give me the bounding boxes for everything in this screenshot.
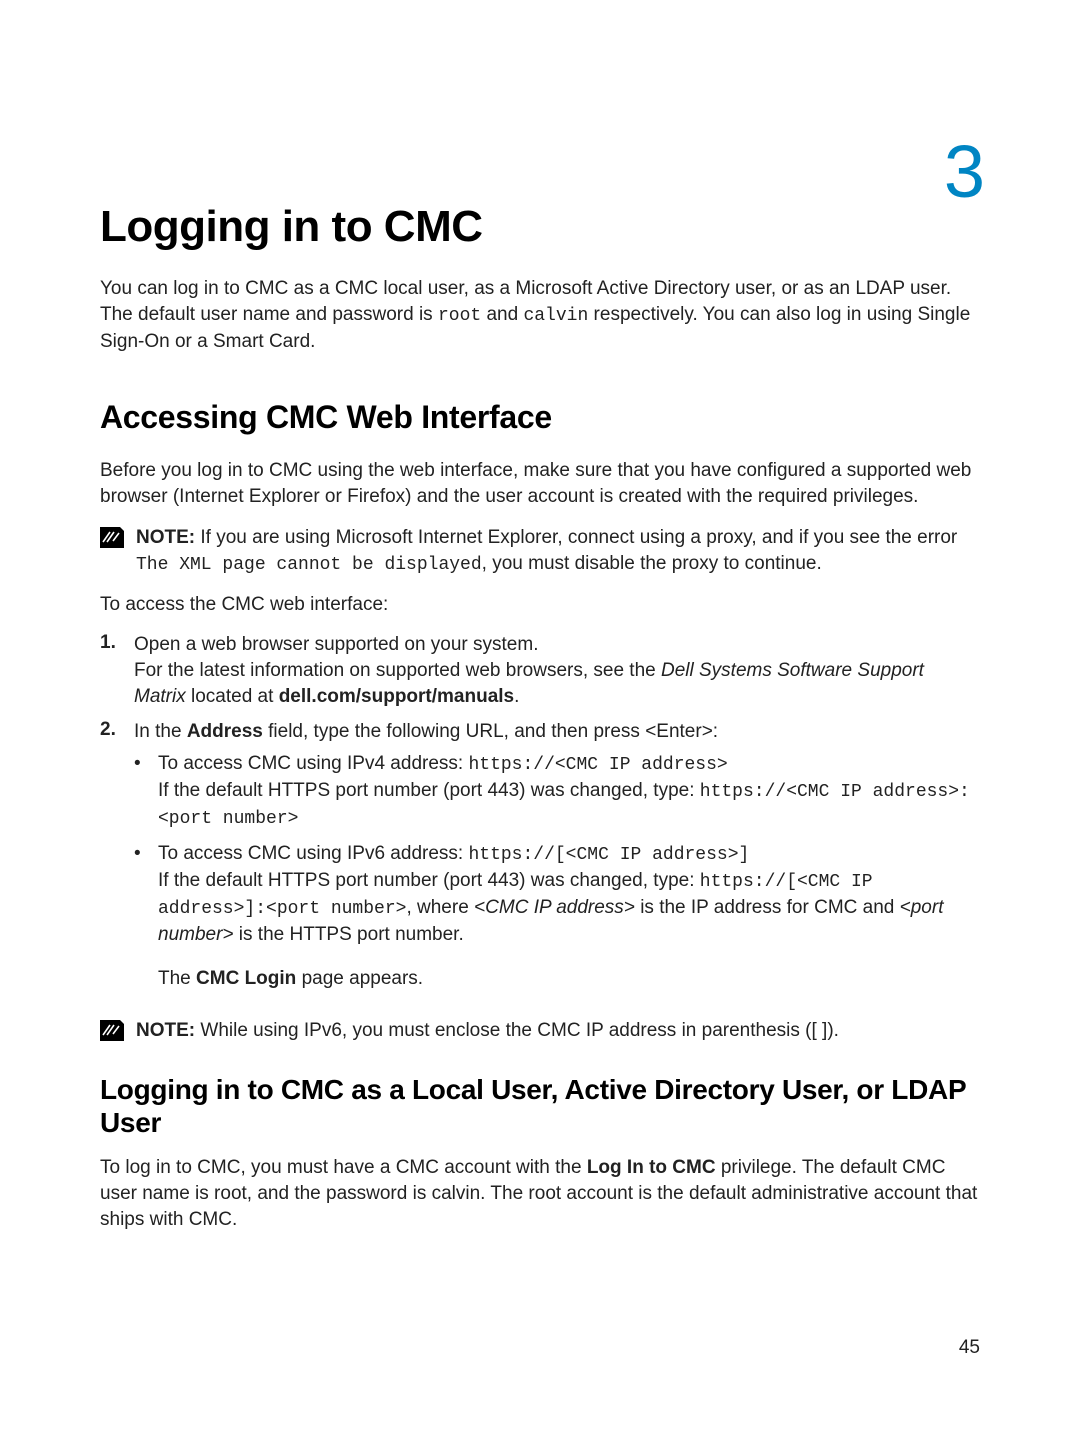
chapter-number: 3 (944, 135, 985, 209)
access-intro-paragraph: Before you log in to CMC using the web i… (100, 458, 980, 510)
local-user-paragraph: To log in to CMC, you must have a CMC ac… (100, 1155, 980, 1234)
code-error: The XML page cannot be displayed (136, 555, 482, 575)
access-lead: To access the CMC web interface: (100, 592, 980, 618)
page: 3 Logging in to CMC You can log in to CM… (0, 0, 1080, 1434)
heading-2-accessing: Accessing CMC Web Interface (100, 399, 980, 436)
note-text: NOTE: While using IPv6, you must enclose… (136, 1018, 839, 1044)
step-1-line-1: Open a web browser supported on your sys… (134, 632, 980, 658)
page-number: 45 (959, 1337, 980, 1359)
bullet-list: • To access CMC using IPv4 address: http… (134, 751, 980, 992)
heading-1: Logging in to CMC (100, 202, 980, 252)
code-url-ipv6: https://[<CMC IP address>] (468, 845, 749, 865)
step-2: 2. In the Address field, type the follow… (100, 719, 980, 1003)
step-marker: 2. (100, 719, 120, 1003)
login-page-appears: The CMC Login page appears. (158, 966, 980, 992)
bullet-ipv6: • To access CMC using IPv6 address: http… (134, 841, 980, 992)
code-password: calvin (523, 306, 588, 326)
step-marker: 1. (100, 632, 120, 711)
bullet-ipv4: • To access CMC using IPv4 address: http… (134, 751, 980, 831)
step-1-line-2: For the latest information on supported … (134, 658, 980, 710)
code-username: root (438, 306, 481, 326)
note-icon (100, 527, 124, 548)
note-block: NOTE: While using IPv6, you must enclose… (100, 1018, 980, 1044)
note-icon (100, 1020, 124, 1041)
note-text: NOTE: If you are using Microsoft Interne… (136, 525, 980, 578)
step-1: 1. Open a web browser supported on your … (100, 632, 980, 711)
code-url-ipv4: https://<CMC IP address> (468, 755, 727, 775)
heading-3-local-user: Logging in to CMC as a Local User, Activ… (100, 1074, 980, 1138)
intro-paragraph: You can log in to CMC as a CMC local use… (100, 276, 980, 355)
note-block: NOTE: If you are using Microsoft Interne… (100, 525, 980, 578)
step-list: 1. Open a web browser supported on your … (100, 632, 980, 1002)
step-2-line-1: In the Address field, type the following… (134, 719, 980, 745)
